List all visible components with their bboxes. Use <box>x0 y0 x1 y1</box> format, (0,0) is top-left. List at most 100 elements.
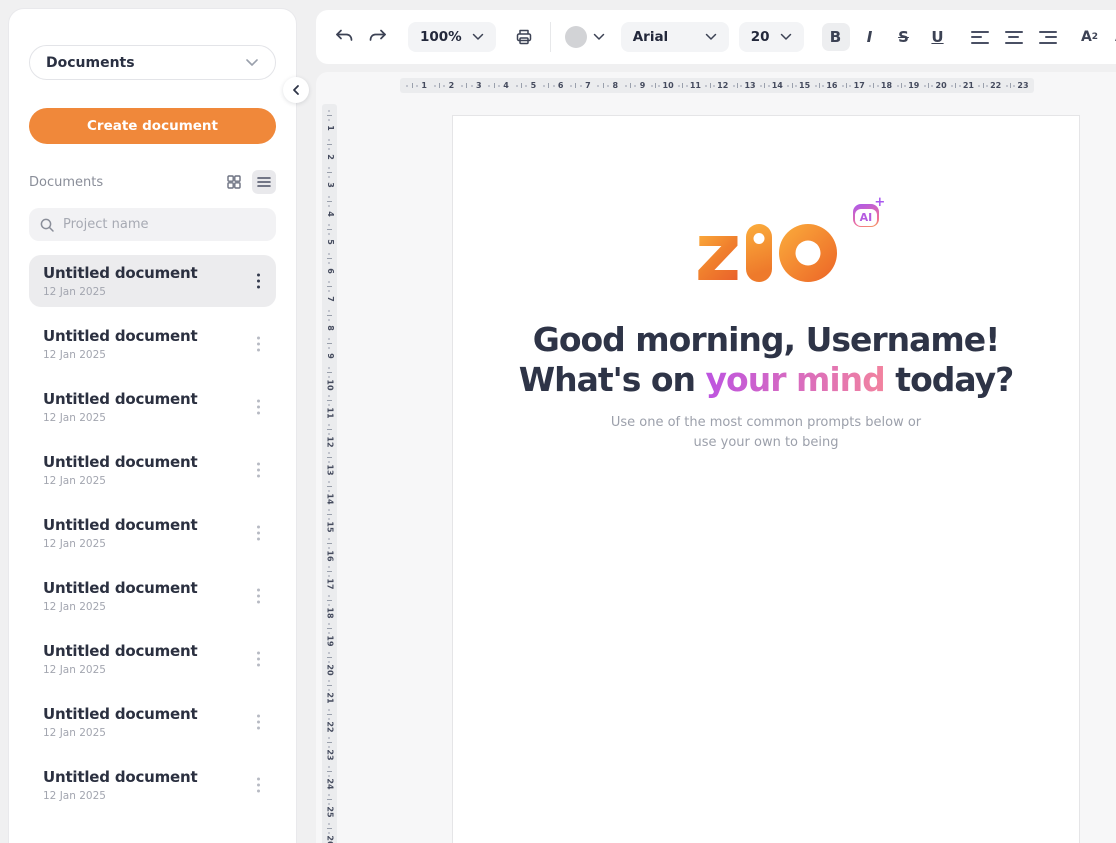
kebab-menu-icon[interactable] <box>253 585 264 608</box>
document-list-item[interactable]: Untitled document 12 Jan 2025 <box>29 633 276 685</box>
ruler-number: 14 <box>325 493 333 504</box>
document-date: 12 Jan 2025 <box>43 727 242 739</box>
bold-button[interactable]: B <box>822 23 850 51</box>
ruler-unit: 23 <box>1004 82 1031 90</box>
workspace-selector-value: Documents <box>46 55 135 71</box>
align-center-icon <box>1005 31 1023 44</box>
ruler-number: 21 <box>325 693 333 704</box>
document-date: 12 Jan 2025 <box>43 412 242 424</box>
vertical-ruler: 1 2 3 4 5 6 <box>322 104 337 843</box>
ruler-number: 13 <box>325 465 333 476</box>
kebab-menu-icon[interactable] <box>253 648 264 671</box>
document-list-item[interactable]: Untitled document 12 Jan 2025 <box>29 507 276 559</box>
ruler-unit: 26 <box>324 820 335 843</box>
document-list-item[interactable]: Untitled document 12 Jan 2025 <box>29 444 276 496</box>
ruler-unit: 12 <box>324 421 335 450</box>
kebab-menu-icon[interactable] <box>253 459 264 482</box>
create-document-button[interactable]: Create document <box>29 108 276 144</box>
document-list-item[interactable]: Untitled document 12 Jan 2025 <box>29 255 276 307</box>
document-list-item[interactable]: Untitled document 12 Jan 2025 <box>29 759 276 811</box>
ruler-unit: 8 <box>594 82 621 90</box>
ruler-unit: 15 <box>785 82 812 90</box>
ruler-number: 15 <box>325 522 333 533</box>
document-date: 12 Jan 2025 <box>43 538 242 550</box>
ruler-number: 12 <box>325 436 333 447</box>
ruler-unit: 6 <box>327 250 333 279</box>
document-list-item[interactable]: Untitled document 12 Jan 2025 <box>29 696 276 748</box>
strikethrough-label: S <box>898 28 909 46</box>
superscript-button[interactable]: A2 <box>1076 23 1104 51</box>
ai-badge: AI + <box>853 204 880 227</box>
zoom-value: 100% <box>420 29 462 45</box>
text-color-button[interactable] <box>561 23 609 51</box>
ruler-number: 20 <box>936 82 947 90</box>
ruler-number: 20 <box>325 664 333 675</box>
underline-button[interactable]: U <box>924 23 952 51</box>
list-view-icon[interactable] <box>252 170 276 194</box>
font-size-value: 20 <box>751 29 770 45</box>
bold-label: B <box>830 28 841 46</box>
document-list-item[interactable]: Untitled document 12 Jan 2025 <box>29 318 276 370</box>
kebab-menu-icon[interactable] <box>253 711 264 734</box>
color-swatch <box>565 26 587 48</box>
ruler-number: 4 <box>503 82 509 90</box>
workspace-selector[interactable]: Documents <box>29 45 276 80</box>
ruler-unit: 17 <box>324 563 335 592</box>
ruler-unit: 16 <box>812 82 839 90</box>
font-size-select[interactable]: 20 <box>739 22 804 52</box>
sidebar-collapse-button[interactable] <box>283 77 309 103</box>
font-family-select[interactable]: Arial <box>621 22 729 52</box>
ruler-number: 13 <box>744 82 755 90</box>
ruler-unit: 22 <box>976 82 1003 90</box>
ruler-number: 7 <box>585 82 591 90</box>
ruler-number: 22 <box>325 721 333 732</box>
prompt-subtitle: Use one of the most common prompts below… <box>453 413 1079 455</box>
sparkle-plus-icon: + <box>874 196 885 209</box>
subscript-button[interactable]: A2 <box>1110 23 1116 51</box>
subtitle-line1: Use one of the most common prompts below… <box>611 415 921 430</box>
ruler-unit: 18 <box>867 82 894 90</box>
kebab-menu-icon[interactable] <box>253 333 264 356</box>
grid-view-icon[interactable] <box>222 170 246 194</box>
align-right-icon <box>1039 31 1057 44</box>
greeting-line2-highlight: your mind <box>706 360 885 399</box>
kebab-menu-icon[interactable] <box>253 522 264 545</box>
underline-label: U <box>931 28 943 46</box>
chevron-down-icon <box>245 58 259 67</box>
align-right-button[interactable] <box>1034 23 1062 51</box>
document-page[interactable]: z AI + Good morning, Username! What's on… <box>452 115 1080 843</box>
ruler-number: 8 <box>325 325 333 331</box>
ruler-unit: 10 <box>324 364 335 393</box>
ruler-unit: 2 <box>327 136 333 165</box>
zio-logo: z AI + <box>695 222 838 282</box>
ruler-number: 10 <box>325 379 333 390</box>
document-date: 12 Jan 2025 <box>43 790 242 802</box>
align-center-button[interactable] <box>1000 23 1028 51</box>
document-list-item[interactable]: Untitled document 12 Jan 2025 <box>29 570 276 622</box>
ruler-number: 12 <box>717 82 728 90</box>
kebab-menu-icon[interactable] <box>253 396 264 419</box>
print-button[interactable] <box>510 23 538 51</box>
kebab-menu-icon[interactable] <box>253 270 264 293</box>
ruler-unit: 16 <box>324 535 335 564</box>
kebab-menu-icon[interactable] <box>253 774 264 797</box>
ruler-number: 23 <box>325 750 333 761</box>
ruler-unit: 23 <box>324 734 335 763</box>
ruler-unit: 14 <box>324 478 335 507</box>
search-input[interactable] <box>63 217 266 232</box>
ruler-unit: 21 <box>324 677 335 706</box>
document-list-item[interactable]: Untitled document 12 Jan 2025 <box>29 381 276 433</box>
strikethrough-button[interactable]: S <box>890 23 918 51</box>
zoom-select[interactable]: 100% <box>408 22 496 52</box>
ruler-unit: 6 <box>539 82 566 90</box>
ruler-unit: 10 <box>649 82 676 90</box>
align-left-button[interactable] <box>966 23 994 51</box>
ruler-number: 3 <box>476 82 482 90</box>
ruler-unit: 2 <box>430 82 457 90</box>
italic-button[interactable]: I <box>856 23 884 51</box>
ruler-number: 1 <box>421 82 427 90</box>
ruler-unit: 22 <box>324 706 335 735</box>
undo-button[interactable] <box>330 23 358 51</box>
redo-button[interactable] <box>364 23 392 51</box>
document-title: Untitled document <box>43 264 242 282</box>
